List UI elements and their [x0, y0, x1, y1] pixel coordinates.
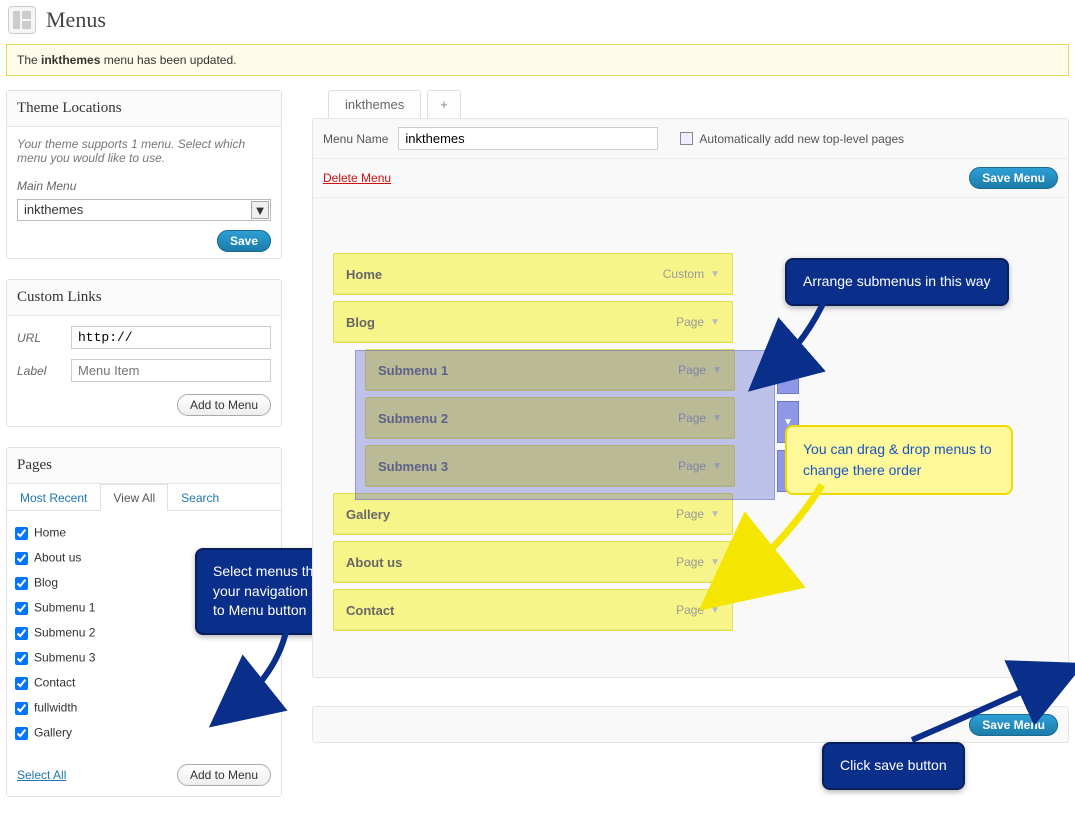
menu-item-type: Page▼	[676, 555, 720, 569]
page-item-label: About us	[34, 551, 81, 565]
checkbox-icon	[680, 132, 693, 145]
url-input[interactable]	[71, 326, 271, 349]
chevron-down-icon[interactable]: ▼	[710, 317, 720, 328]
add-custom-link-button[interactable]: Add to Menu	[177, 394, 271, 416]
callout-drag-drop: You can drag & drop menus to change ther…	[785, 425, 1013, 495]
theme-locations-panel: Theme Locations Your theme supports 1 me…	[6, 90, 282, 259]
page-item-label: Gallery	[34, 726, 72, 740]
main-menu-select[interactable]: inkthemes	[17, 199, 271, 221]
page-checkbox-item[interactable]: Home	[11, 521, 277, 546]
chevron-down-icon[interactable]: ▼	[710, 605, 720, 616]
submenu-highlight	[355, 350, 775, 500]
callout-arrange-submenus: Arrange submenus in this way	[785, 258, 1009, 306]
page-item-label: fullwidth	[34, 701, 77, 715]
menu-item-label: Gallery	[346, 507, 390, 522]
page-item-label: Blog	[34, 576, 58, 590]
label-input[interactable]	[71, 359, 271, 382]
custom-links-title: Custom Links	[7, 280, 281, 316]
tab-most-recent[interactable]: Most Recent	[7, 484, 100, 511]
page-item-label: Submenu 3	[34, 651, 95, 665]
pages-panel: Pages Most Recent View All Search Home Ab…	[6, 447, 282, 797]
theme-locations-desc: Your theme supports 1 menu. Select which…	[17, 137, 271, 165]
save-theme-location-button[interactable]: Save	[217, 230, 271, 252]
add-menu-tab[interactable]: +	[427, 90, 461, 118]
pages-title: Pages	[7, 448, 281, 484]
menu-item-type: Page▼	[676, 315, 720, 329]
tab-search[interactable]: Search	[168, 484, 232, 511]
menu-item-label: Blog	[346, 315, 375, 330]
menu-item-type: Custom▼	[663, 267, 720, 281]
drag-handle-icon[interactable]: ▼	[777, 352, 799, 394]
select-all-link[interactable]: Select All	[17, 768, 66, 782]
chevron-down-icon[interactable]: ▼	[710, 557, 720, 568]
menu-item[interactable]: Blog Page▼	[333, 301, 733, 343]
theme-locations-title: Theme Locations	[7, 91, 281, 127]
page-checkbox[interactable]	[15, 602, 28, 615]
page-item-label: Submenu 1	[34, 601, 95, 615]
notice-text: The	[17, 53, 41, 67]
chevron-down-icon[interactable]: ▼	[710, 509, 720, 520]
menus-icon	[8, 6, 36, 34]
page-checkbox-item[interactable]: fullwidth	[11, 696, 277, 721]
url-label: URL	[17, 331, 61, 345]
page-checkbox[interactable]	[15, 552, 28, 565]
menu-name-input[interactable]	[398, 127, 658, 150]
notice-strong: inkthemes	[41, 53, 100, 67]
page-item-label: Submenu 2	[34, 626, 95, 640]
page-checkbox[interactable]	[15, 652, 28, 665]
page-item-label: Contact	[34, 676, 75, 690]
add-pages-to-menu-button[interactable]: Add to Menu	[177, 764, 271, 786]
delete-menu-link[interactable]: Delete Menu	[323, 171, 391, 185]
page-checkbox-item[interactable]: Gallery	[11, 721, 277, 746]
page-item-label: Home	[34, 526, 66, 540]
save-menu-bottom-button[interactable]: Save Menu	[969, 714, 1058, 736]
menu-name-label: Menu Name	[323, 132, 388, 146]
label-label: Label	[17, 364, 61, 378]
main-menu-label: Main Menu	[17, 179, 271, 193]
page-checkbox-item[interactable]: Contact	[11, 671, 277, 696]
notice-text-2: menu has been updated.	[100, 53, 236, 67]
page-checkbox[interactable]	[15, 627, 28, 640]
page-checkbox[interactable]	[15, 677, 28, 690]
auto-add-checkbox[interactable]: Automatically add new top-level pages	[680, 132, 904, 146]
page-checkbox-item[interactable]: Submenu 3	[11, 646, 277, 671]
page-title: Menus	[46, 7, 106, 33]
menu-tab-inkthemes[interactable]: inkthemes	[328, 90, 421, 118]
callout-click-save: Click save button	[822, 742, 965, 790]
menu-item-label: Contact	[346, 603, 394, 618]
menu-item[interactable]: Contact Page▼	[333, 589, 733, 631]
menu-item[interactable]: Home Custom▼	[333, 253, 733, 295]
page-checkbox[interactable]	[15, 727, 28, 740]
tab-view-all[interactable]: View All	[100, 484, 168, 511]
menu-item[interactable]: About us Page▼	[333, 541, 733, 583]
save-menu-top-button[interactable]: Save Menu	[969, 167, 1058, 189]
menu-item-type: Page▼	[676, 507, 720, 521]
page-checkbox[interactable]	[15, 577, 28, 590]
menu-item-label: Home	[346, 267, 382, 282]
menu-item-type: Page▼	[676, 603, 720, 617]
page-checkbox[interactable]	[15, 702, 28, 715]
custom-links-panel: Custom Links URL Label Add to Menu	[6, 279, 282, 427]
menu-item-label: About us	[346, 555, 402, 570]
chevron-down-icon[interactable]: ▼	[710, 269, 720, 280]
page-checkbox[interactable]	[15, 527, 28, 540]
auto-add-label: Automatically add new top-level pages	[699, 132, 904, 146]
update-notice: The inkthemes menu has been updated.	[6, 44, 1069, 76]
